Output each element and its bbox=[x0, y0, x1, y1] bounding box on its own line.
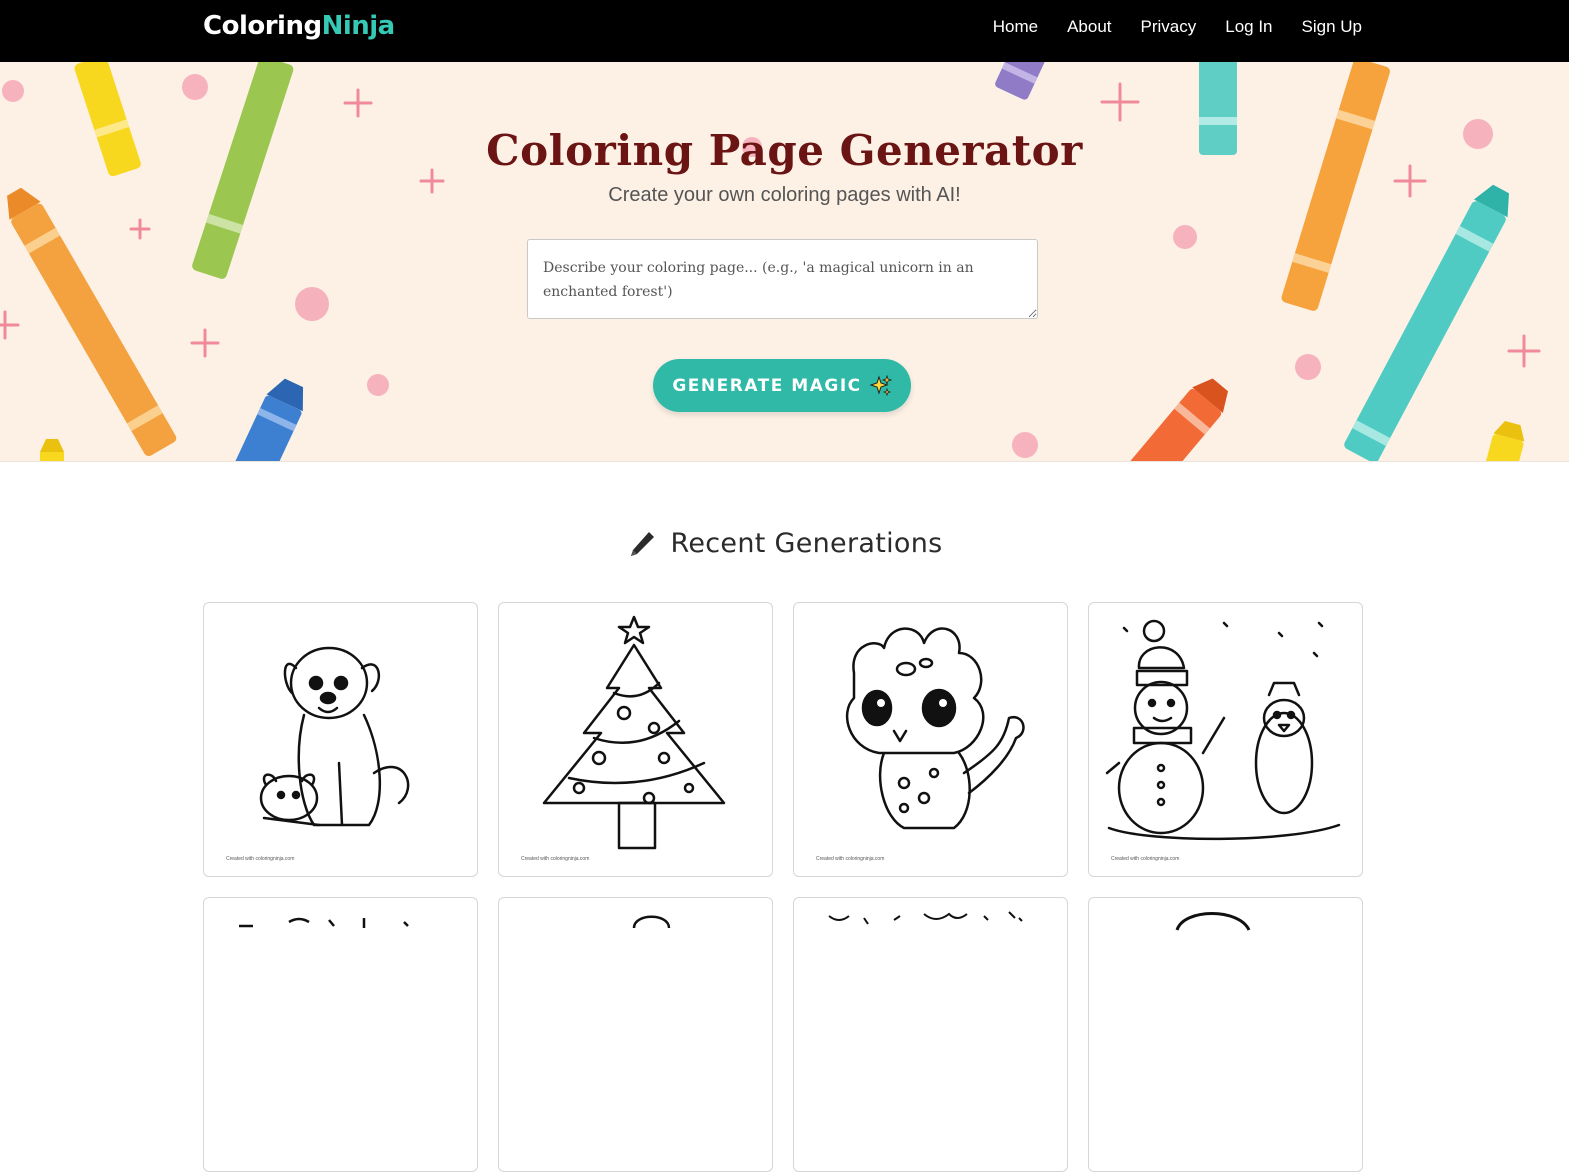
nav-login-link[interactable]: Log In bbox=[1225, 17, 1272, 37]
card-credit: Created with coloringninja.com bbox=[816, 856, 885, 862]
generation-card[interactable] bbox=[498, 897, 773, 1172]
top-navbar: ColoringNinja Home About Privacy Log In … bbox=[0, 0, 1569, 62]
prompt-input[interactable] bbox=[527, 239, 1038, 319]
site-logo[interactable]: ColoringNinja bbox=[203, 11, 395, 41]
sparkles-icon bbox=[869, 374, 892, 396]
dog-coloring-image bbox=[259, 646, 410, 827]
page-title: Coloring Page Generator bbox=[486, 126, 1083, 175]
generation-card-dog[interactable]: Created with coloringninja.com bbox=[203, 602, 478, 877]
dinosaur-coloring-image bbox=[845, 627, 1025, 830]
pencil-icon bbox=[630, 531, 654, 556]
hero-section: Coloring Page Generator Create your own … bbox=[0, 62, 1569, 462]
crayon-red bbox=[1129, 378, 1229, 461]
christmas-tree-coloring-image bbox=[542, 615, 726, 850]
nav-links: Home About Privacy Log In Sign Up bbox=[993, 17, 1362, 37]
snowman-penguin-coloring-image bbox=[1105, 619, 1341, 841]
partial-coloring-image bbox=[239, 917, 409, 928]
generation-card-christmas-tree[interactable]: Created with coloringninja.com bbox=[498, 602, 773, 877]
generation-card[interactable] bbox=[793, 897, 1068, 1172]
page-subtitle: Create your own coloring pages with AI! bbox=[608, 184, 961, 206]
card-credit: Created with coloringninja.com bbox=[226, 856, 295, 862]
crayon-yellow-bottom bbox=[1483, 420, 1525, 461]
nav-about-link[interactable]: About bbox=[1067, 17, 1111, 37]
partial-coloring-image bbox=[828, 911, 1023, 925]
nav-home-link[interactable]: Home bbox=[993, 17, 1038, 37]
nav-privacy-link[interactable]: Privacy bbox=[1141, 17, 1197, 37]
logo-text-coloring: Coloring bbox=[203, 11, 322, 41]
card-credit: Created with coloringninja.com bbox=[521, 856, 590, 862]
crayon-blue bbox=[229, 378, 304, 461]
generation-card-dinosaur[interactable]: Created with coloringninja.com bbox=[793, 602, 1068, 877]
generate-button-label: GENERATE MAGIC bbox=[672, 375, 862, 396]
recent-generations-title: Recent Generations bbox=[670, 528, 943, 559]
generation-card[interactable] bbox=[203, 897, 478, 1172]
partial-coloring-image bbox=[1175, 912, 1251, 931]
generation-card[interactable] bbox=[1088, 897, 1363, 1172]
crayon-yellow-bottom-left bbox=[40, 439, 64, 461]
crayon-teal-right bbox=[1344, 184, 1510, 461]
generate-button[interactable]: GENERATE MAGIC bbox=[653, 359, 911, 412]
crayon-purple bbox=[995, 62, 1054, 100]
partial-coloring-image bbox=[632, 915, 671, 929]
nav-signup-link[interactable]: Sign Up bbox=[1302, 17, 1362, 37]
recent-generations-heading: Recent Generations bbox=[0, 528, 1569, 559]
crayon-orange-left bbox=[7, 187, 177, 457]
generation-card-snowman[interactable]: Created with coloringninja.com bbox=[1088, 602, 1363, 877]
card-credit: Created with coloringninja.com bbox=[1111, 856, 1180, 862]
logo-text-ninja: Ninja bbox=[321, 11, 396, 41]
